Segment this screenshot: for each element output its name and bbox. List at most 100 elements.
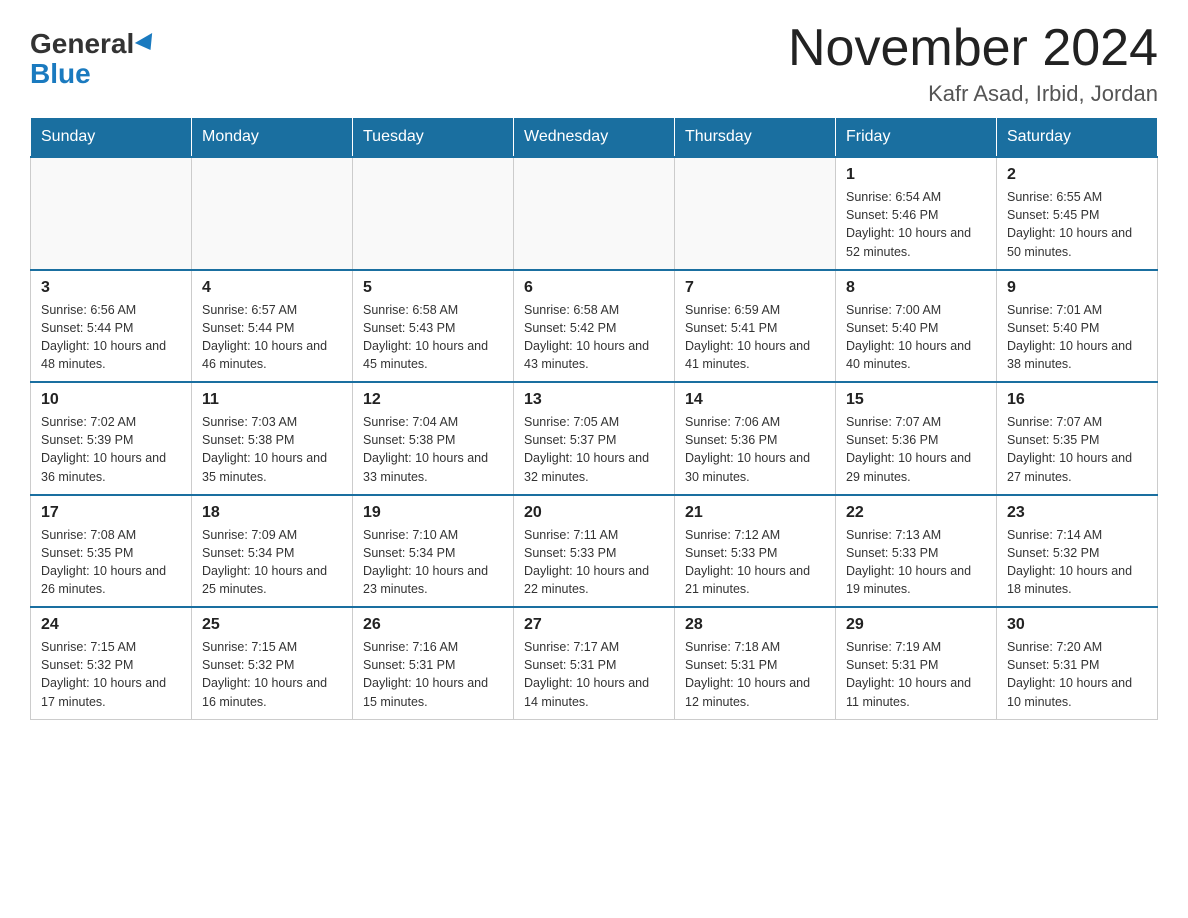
calendar-week-row: 10 Sunrise: 7:02 AMSunset: 5:39 PMDayligh…	[31, 382, 1158, 495]
day-info: Sunrise: 7:20 AMSunset: 5:31 PMDaylight:…	[1007, 638, 1147, 711]
weekday-header-monday: Monday	[192, 118, 353, 158]
calendar-cell: 27Sunrise: 7:17 AMSunset: 5:31 PMDayligh…	[514, 607, 675, 719]
day-info: Sunrise: 7:04 AMSunset: 5:38 PMDaylight:…	[363, 413, 503, 486]
calendar-cell: 22 Sunrise: 7:13 AMSunset: 5:33 PMDayligh…	[836, 495, 997, 608]
day-info: Sunrise: 6:58 AMSunset: 5:42 PMDaylight:…	[524, 301, 664, 374]
day-info: Sunrise: 7:18 AMSunset: 5:31 PMDaylight:…	[685, 638, 825, 711]
weekday-header-wednesday: Wednesday	[514, 118, 675, 158]
calendar-cell	[514, 157, 675, 270]
weekday-header-thursday: Thursday	[675, 118, 836, 158]
day-number: 19	[363, 504, 503, 522]
day-number: 9	[1007, 279, 1147, 297]
calendar-week-row: 24 Sunrise: 7:15 AMSunset: 5:32 PMDayligh…	[31, 607, 1158, 719]
day-info: Sunrise: 7:09 AMSunset: 5:34 PMDaylight:…	[202, 526, 342, 599]
calendar-cell: 30 Sunrise: 7:20 AMSunset: 5:31 PMDayligh…	[997, 607, 1158, 719]
weekday-header-sunday: Sunday	[31, 118, 192, 158]
page-header: General Blue November 2024 Kafr Asad, Ir…	[30, 20, 1158, 107]
day-number: 20	[524, 504, 664, 522]
calendar-cell: 8 Sunrise: 7:00 AMSunset: 5:40 PMDaylight…	[836, 270, 997, 383]
day-info: Sunrise: 7:05 AMSunset: 5:37 PMDaylight:…	[524, 413, 664, 486]
calendar-cell: 10 Sunrise: 7:02 AMSunset: 5:39 PMDayligh…	[31, 382, 192, 495]
weekday-header-saturday: Saturday	[997, 118, 1158, 158]
calendar-cell: 13 Sunrise: 7:05 AMSunset: 5:37 PMDayligh…	[514, 382, 675, 495]
day-info: Sunrise: 7:08 AMSunset: 5:35 PMDaylight:…	[41, 526, 181, 599]
calendar-cell: 6 Sunrise: 6:58 AMSunset: 5:42 PMDaylight…	[514, 270, 675, 383]
day-number: 10	[41, 391, 181, 409]
day-number: 28	[685, 616, 825, 634]
day-number: 4	[202, 279, 342, 297]
day-info: Sunrise: 7:14 AMSunset: 5:32 PMDaylight:…	[1007, 526, 1147, 599]
day-number: 12	[363, 391, 503, 409]
calendar-cell	[192, 157, 353, 270]
calendar-cell: 18 Sunrise: 7:09 AMSunset: 5:34 PMDayligh…	[192, 495, 353, 608]
day-number: 25	[202, 616, 342, 634]
calendar-cell: 14 Sunrise: 7:06 AMSunset: 5:36 PMDayligh…	[675, 382, 836, 495]
day-info: Sunrise: 7:10 AMSunset: 5:34 PMDaylight:…	[363, 526, 503, 599]
day-number: 29	[846, 616, 986, 634]
calendar-cell: 19 Sunrise: 7:10 AMSunset: 5:34 PMDayligh…	[353, 495, 514, 608]
calendar-cell: 11 Sunrise: 7:03 AMSunset: 5:38 PMDayligh…	[192, 382, 353, 495]
day-info: Sunrise: 6:54 AMSunset: 5:46 PMDaylight:…	[846, 188, 986, 261]
day-info: Sunrise: 7:19 AMSunset: 5:31 PMDaylight:…	[846, 638, 986, 711]
calendar-cell: 16 Sunrise: 7:07 AMSunset: 5:35 PMDayligh…	[997, 382, 1158, 495]
calendar-cell: 4 Sunrise: 6:57 AMSunset: 5:44 PMDaylight…	[192, 270, 353, 383]
calendar-cell	[31, 157, 192, 270]
day-info: Sunrise: 7:17 AMSunset: 5:31 PMDaylight:…	[524, 638, 664, 711]
day-info: Sunrise: 7:16 AMSunset: 5:31 PMDaylight:…	[363, 638, 503, 711]
day-info: Sunrise: 7:15 AMSunset: 5:32 PMDaylight:…	[41, 638, 181, 711]
calendar-cell: 12 Sunrise: 7:04 AMSunset: 5:38 PMDayligh…	[353, 382, 514, 495]
weekday-header-friday: Friday	[836, 118, 997, 158]
day-info: Sunrise: 7:12 AMSunset: 5:33 PMDaylight:…	[685, 526, 825, 599]
day-info: Sunrise: 6:56 AMSunset: 5:44 PMDaylight:…	[41, 301, 181, 374]
month-title: November 2024	[788, 20, 1158, 77]
day-info: Sunrise: 7:07 AMSunset: 5:35 PMDaylight:…	[1007, 413, 1147, 486]
day-number: 22	[846, 504, 986, 522]
title-area: November 2024 Kafr Asad, Irbid, Jordan	[788, 20, 1158, 107]
location-subtitle: Kafr Asad, Irbid, Jordan	[788, 81, 1158, 107]
day-number: 13	[524, 391, 664, 409]
day-info: Sunrise: 6:58 AMSunset: 5:43 PMDaylight:…	[363, 301, 503, 374]
logo: General Blue	[30, 20, 157, 88]
calendar-cell: 23 Sunrise: 7:14 AMSunset: 5:32 PMDayligh…	[997, 495, 1158, 608]
logo-general-text: General	[30, 30, 134, 58]
day-number: 18	[202, 504, 342, 522]
day-number: 2	[1007, 166, 1147, 184]
logo-blue-text: Blue	[30, 60, 91, 88]
day-info: Sunrise: 7:13 AMSunset: 5:33 PMDaylight:…	[846, 526, 986, 599]
calendar-week-row: 3Sunrise: 6:56 AMSunset: 5:44 PMDaylight…	[31, 270, 1158, 383]
day-number: 26	[363, 616, 503, 634]
calendar-cell: 24 Sunrise: 7:15 AMSunset: 5:32 PMDayligh…	[31, 607, 192, 719]
day-info: Sunrise: 7:00 AMSunset: 5:40 PMDaylight:…	[846, 301, 986, 374]
day-number: 30	[1007, 616, 1147, 634]
calendar-cell: 25 Sunrise: 7:15 AMSunset: 5:32 PMDayligh…	[192, 607, 353, 719]
calendar-cell	[353, 157, 514, 270]
day-number: 23	[1007, 504, 1147, 522]
calendar-cell: 9 Sunrise: 7:01 AMSunset: 5:40 PMDaylight…	[997, 270, 1158, 383]
day-info: Sunrise: 7:15 AMSunset: 5:32 PMDaylight:…	[202, 638, 342, 711]
calendar-cell: 2Sunrise: 6:55 AMSunset: 5:45 PMDaylight…	[997, 157, 1158, 270]
weekday-header-tuesday: Tuesday	[353, 118, 514, 158]
day-info: Sunrise: 6:59 AMSunset: 5:41 PMDaylight:…	[685, 301, 825, 374]
calendar-cell: 26 Sunrise: 7:16 AMSunset: 5:31 PMDayligh…	[353, 607, 514, 719]
calendar-cell: 21Sunrise: 7:12 AMSunset: 5:33 PMDayligh…	[675, 495, 836, 608]
day-info: Sunrise: 7:03 AMSunset: 5:38 PMDaylight:…	[202, 413, 342, 486]
day-info: Sunrise: 7:01 AMSunset: 5:40 PMDaylight:…	[1007, 301, 1147, 374]
day-number: 11	[202, 391, 342, 409]
day-info: Sunrise: 7:02 AMSunset: 5:39 PMDaylight:…	[41, 413, 181, 486]
day-number: 5	[363, 279, 503, 297]
calendar-cell: 1Sunrise: 6:54 AMSunset: 5:46 PMDaylight…	[836, 157, 997, 270]
day-info: Sunrise: 7:07 AMSunset: 5:36 PMDaylight:…	[846, 413, 986, 486]
calendar-cell: 7Sunrise: 6:59 AMSunset: 5:41 PMDaylight…	[675, 270, 836, 383]
calendar-table: SundayMondayTuesdayWednesdayThursdayFrid…	[30, 117, 1158, 720]
calendar-week-row: 1Sunrise: 6:54 AMSunset: 5:46 PMDaylight…	[31, 157, 1158, 270]
day-number: 24	[41, 616, 181, 634]
day-number: 6	[524, 279, 664, 297]
logo-arrow-icon	[135, 33, 159, 55]
day-info: Sunrise: 7:11 AMSunset: 5:33 PMDaylight:…	[524, 526, 664, 599]
day-number: 8	[846, 279, 986, 297]
day-info: Sunrise: 7:06 AMSunset: 5:36 PMDaylight:…	[685, 413, 825, 486]
calendar-cell: 20 Sunrise: 7:11 AMSunset: 5:33 PMDayligh…	[514, 495, 675, 608]
day-info: Sunrise: 6:57 AMSunset: 5:44 PMDaylight:…	[202, 301, 342, 374]
day-number: 16	[1007, 391, 1147, 409]
day-number: 14	[685, 391, 825, 409]
